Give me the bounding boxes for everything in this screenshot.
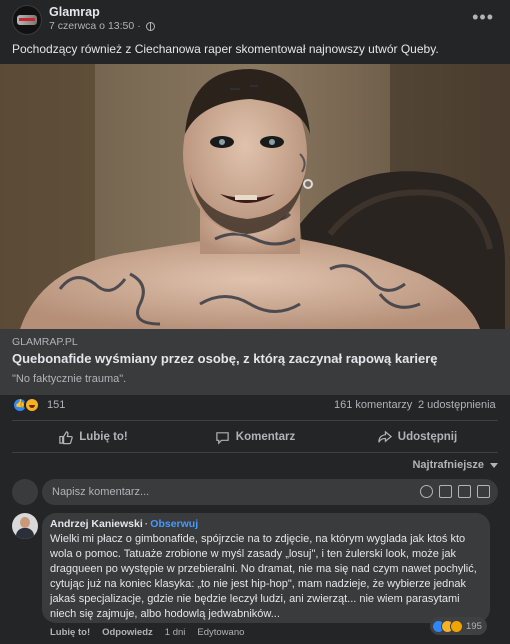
post-stats: 151 161 komentarzy 2 udostępnienia xyxy=(0,396,510,418)
follow-link[interactable]: Obserwuj xyxy=(150,518,198,530)
wow-reaction-icon xyxy=(450,619,463,633)
post-date[interactable]: 7 czerwca o 13:50 xyxy=(49,20,134,32)
divider xyxy=(12,452,498,453)
comment-bubble: Andrzej Kaniewski · Obserwuj Wielki mi pła… xyxy=(42,513,490,623)
caret-down-icon xyxy=(490,462,498,468)
comments-count[interactable]: 161 komentarzy xyxy=(334,399,412,411)
comment-edited: Edytowano xyxy=(197,627,245,638)
sticker-icon[interactable] xyxy=(477,485,490,498)
link-description: "No faktycznie trauma". xyxy=(12,373,127,385)
comment-composer xyxy=(12,479,498,505)
dot-separator: · xyxy=(144,518,149,530)
comment-button[interactable]: Komentarz xyxy=(174,425,336,449)
page-name[interactable]: Glamrap xyxy=(49,5,100,19)
comment-sort-dropdown[interactable]: Najtrafniejsze xyxy=(412,459,498,471)
link-domain: GLAMRAP.PL xyxy=(12,336,78,348)
avatar-body xyxy=(16,528,34,539)
post-text: Pochodzący również z Ciechanowa raper sk… xyxy=(12,42,439,56)
link-preview-box[interactable]: GLAMRAP.PL Quebonafide wyśmiany przez os… xyxy=(0,329,510,395)
more-options-icon[interactable]: ••• xyxy=(472,8,494,26)
post-header: Glamrap 7 czerwca o 13:50 · ••• xyxy=(0,0,510,40)
haha-reaction-icon xyxy=(24,397,40,413)
comment-header: Andrzej Kaniewski · Obserwuj xyxy=(50,518,482,530)
link-preview-image[interactable] xyxy=(0,64,510,329)
composer-icons xyxy=(420,485,490,498)
commenter-avatar[interactable] xyxy=(12,513,38,539)
emoji-icon[interactable] xyxy=(420,485,433,498)
photo-illustration xyxy=(0,64,510,329)
reaction-icons[interactable] xyxy=(12,397,46,413)
share-arrow-icon xyxy=(378,430,392,443)
avatar-head xyxy=(20,517,30,528)
glamrap-logo-stripe xyxy=(19,18,35,21)
meta-separator: · xyxy=(137,20,141,32)
camera-icon[interactable] xyxy=(439,485,452,498)
commenter-name[interactable]: Andrzej Kaniewski xyxy=(50,518,143,530)
reaction-count[interactable]: 151 xyxy=(47,399,65,411)
thumbs-up-icon xyxy=(59,430,74,444)
comment-like-link[interactable]: Lubię to! xyxy=(50,627,90,638)
comment-reactions[interactable]: 195 xyxy=(430,617,487,635)
comment-actions: Lubię to! Odpowiedz 1 dni Edytowano xyxy=(50,627,244,638)
divider xyxy=(12,420,498,421)
comment-reply-link[interactable]: Odpowiedz xyxy=(102,627,153,638)
comment-text: Wielki mi płacz o gimbonafide, spójrzcie… xyxy=(50,533,477,620)
share-button[interactable]: Udostępnij xyxy=(336,425,498,449)
link-title[interactable]: Quebonafide wyśmiany przez osobę, z któr… xyxy=(12,351,438,366)
share-button-label: Udostępnij xyxy=(397,431,458,443)
user-avatar xyxy=(12,479,38,505)
comment-button-label: Komentarz xyxy=(235,431,296,443)
gif-icon[interactable] xyxy=(458,485,471,498)
globe-icon xyxy=(145,21,155,31)
comment-icon xyxy=(216,431,229,445)
like-button[interactable]: Lubię to! xyxy=(12,425,174,449)
post-meta: 7 czerwca o 13:50 · xyxy=(49,20,155,32)
comment-reaction-count: 195 xyxy=(466,620,482,632)
comment-age[interactable]: 1 dni xyxy=(165,627,186,638)
shares-count[interactable]: 2 udostępnienia xyxy=(418,399,496,411)
page-avatar[interactable] xyxy=(12,5,42,35)
sort-label: Najtrafniejsze xyxy=(412,459,484,471)
post-actions: Lubię to! Komentarz Udostępnij xyxy=(12,425,498,449)
like-button-label: Lubię to! xyxy=(79,431,128,443)
